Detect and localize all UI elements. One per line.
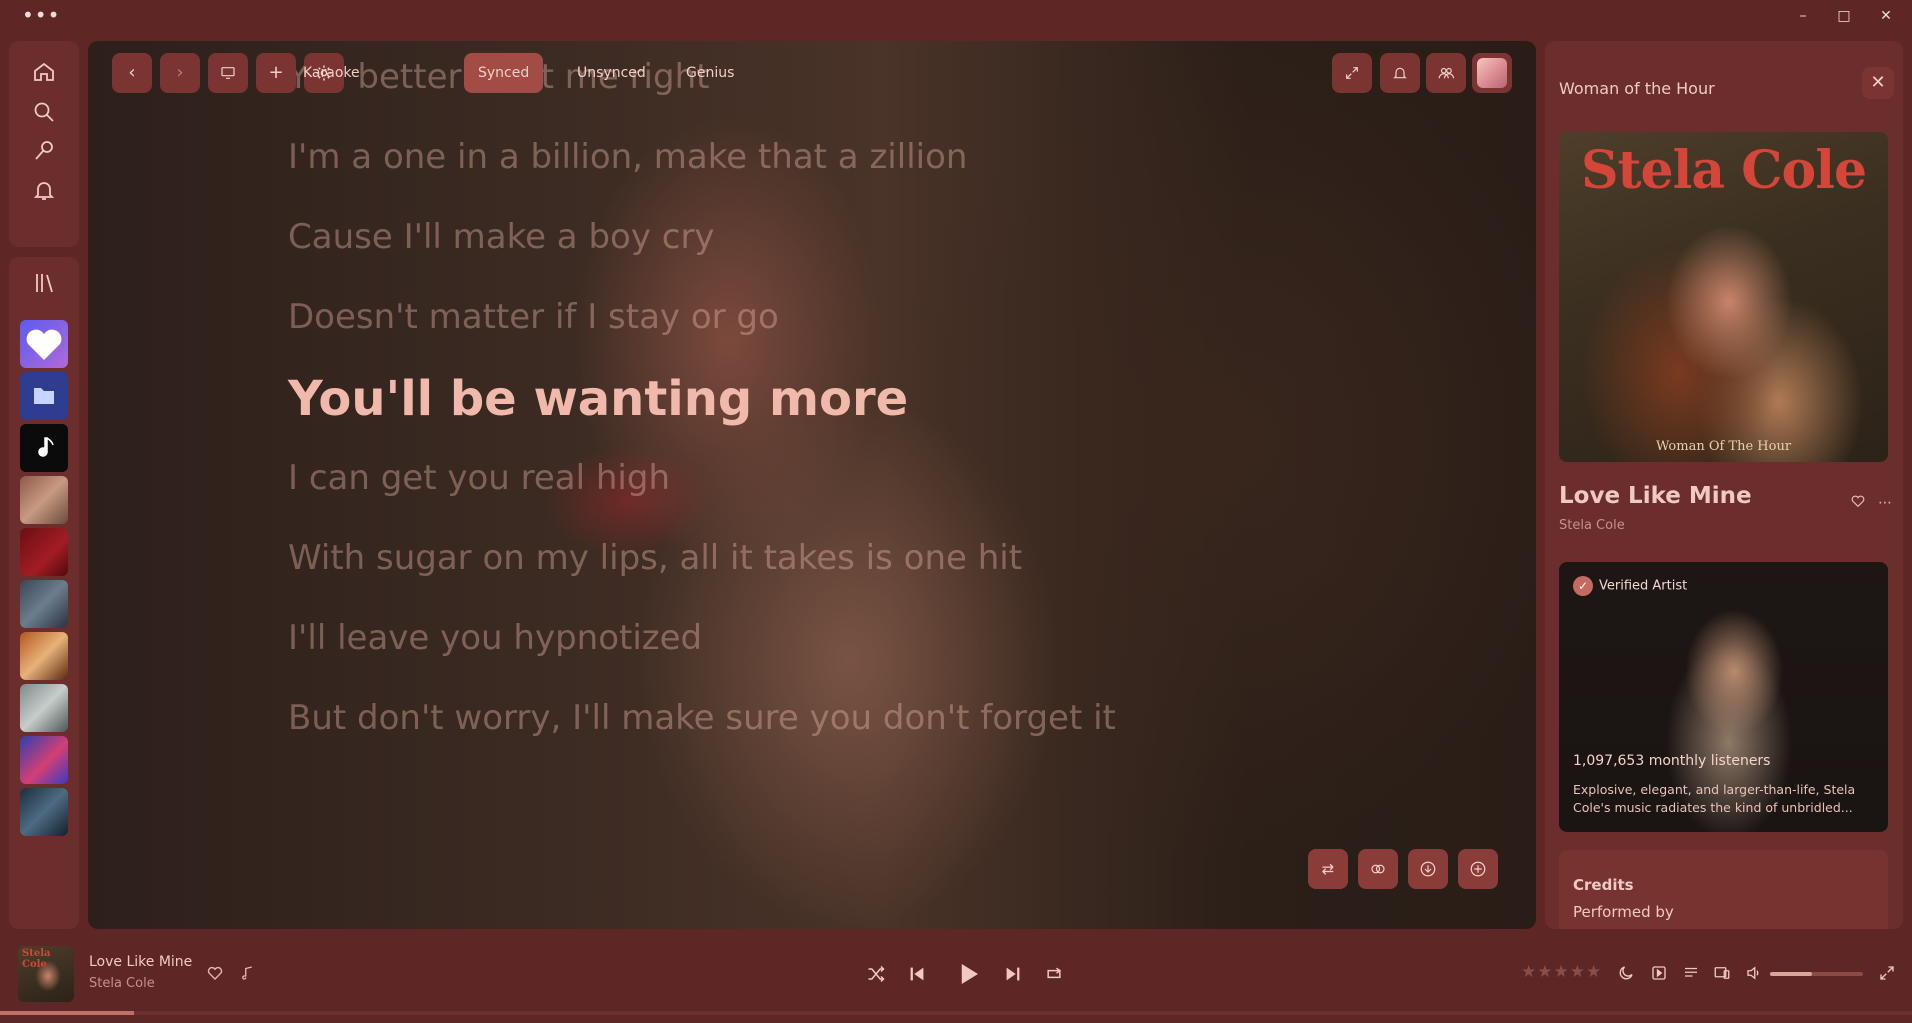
lyric-line[interactable]: I'm a one in a billion, make that a zill… xyxy=(288,137,967,177)
lyric-line-active[interactable]: You'll be wanting more xyxy=(288,371,908,427)
tab-synced[interactable]: Synced xyxy=(464,53,544,93)
music-playlist-tile[interactable] xyxy=(20,424,68,472)
music-note-icon xyxy=(38,437,54,457)
translate-button[interactable] xyxy=(1358,849,1398,889)
monthly-listeners: 1,097,653 monthly listeners xyxy=(1573,753,1771,769)
volume-slider[interactable] xyxy=(1770,972,1863,976)
progress-bar[interactable] xyxy=(0,1011,1912,1015)
folder-icon xyxy=(34,388,54,404)
download-icon xyxy=(1420,861,1436,877)
repeat-icon[interactable] xyxy=(1044,964,1064,984)
tab-karaoke[interactable]: Karaoke xyxy=(289,53,374,93)
rating-stars[interactable]: ★★★★★ xyxy=(1521,962,1602,982)
add-lyrics-button[interactable] xyxy=(1458,849,1498,889)
now-playing-cover-text: Stela Cole xyxy=(22,948,51,970)
lyric-line[interactable]: I can get you real high xyxy=(288,458,670,498)
credits-performed-by: Performed by xyxy=(1573,903,1674,921)
playlist-tile-7[interactable] xyxy=(20,788,68,836)
heart-icon xyxy=(26,329,62,360)
back-button[interactable]: ‹ xyxy=(112,53,152,93)
lyric-line[interactable]: But don't worry, I'll make sure you don'… xyxy=(288,698,1116,738)
notifications-button[interactable] xyxy=(1380,53,1420,93)
verified-badge-icon: ✓ xyxy=(1573,576,1593,596)
friends-button[interactable] xyxy=(1426,53,1466,93)
devices-icon[interactable] xyxy=(1713,964,1731,982)
credits-title: Credits xyxy=(1573,876,1634,894)
forward-button[interactable]: › xyxy=(160,53,200,93)
previous-track-icon[interactable] xyxy=(906,963,928,985)
progress-bar-fill xyxy=(0,1011,134,1015)
playlist-tile-5[interactable] xyxy=(20,684,68,732)
song-artist[interactable]: Stela Cole xyxy=(1559,518,1625,533)
credits-card: Credits Performed by xyxy=(1559,850,1888,929)
artist-card[interactable]: ✓ Verified Artist 1,097,653 monthly liste… xyxy=(1559,562,1888,832)
lyric-line[interactable]: I'll leave you hypnotized xyxy=(288,618,702,658)
playlist-tile-3[interactable] xyxy=(20,580,68,628)
playlist-tile-4[interactable] xyxy=(20,632,68,680)
heart-outline-icon[interactable] xyxy=(206,964,224,982)
next-track-icon[interactable] xyxy=(1002,963,1024,985)
playlist-tile-1[interactable] xyxy=(20,476,68,524)
lyrics-view-icon[interactable] xyxy=(1650,964,1668,982)
swap-button[interactable]: ⇄ xyxy=(1308,849,1348,889)
library-icon[interactable] xyxy=(32,271,56,295)
home-icon[interactable] xyxy=(32,60,56,84)
local-files-tile[interactable] xyxy=(20,372,68,420)
song-title[interactable]: Love Like Mine xyxy=(1559,483,1752,509)
liked-songs-tile[interactable] xyxy=(20,320,68,368)
volume-slider-fill xyxy=(1770,972,1812,976)
title-bar: ••• – □ ✕ xyxy=(0,0,1912,32)
microphone-icon[interactable] xyxy=(32,139,56,163)
queue-icon[interactable] xyxy=(1682,964,1700,982)
sidebar-nav xyxy=(9,41,79,247)
heart-outline-icon xyxy=(1851,495,1865,508)
sleep-timer-icon[interactable] xyxy=(1617,964,1635,982)
lyric-line[interactable]: With sugar on my lips, all it takes is o… xyxy=(288,538,1022,578)
panel-title: Woman of the Hour xyxy=(1559,79,1715,98)
verified-artist-label: ✓ Verified Artist xyxy=(1573,576,1687,596)
now-playing-cover[interactable]: Stela Cole xyxy=(18,946,74,1002)
play-icon[interactable] xyxy=(953,959,983,989)
bell-icon[interactable] xyxy=(32,178,56,202)
search-icon[interactable] xyxy=(32,100,56,124)
playlist-tile-2[interactable] xyxy=(20,528,68,576)
close-panel-button[interactable]: ✕ xyxy=(1862,67,1894,99)
verified-text: Verified Artist xyxy=(1599,578,1688,594)
sidebar-library xyxy=(9,257,79,929)
cover-album-text: Woman Of The Hour xyxy=(1655,439,1792,454)
overlap-circles-icon xyxy=(1371,864,1385,874)
download-button[interactable] xyxy=(1408,849,1448,889)
lyric-line[interactable]: Cause I'll make a boy cry xyxy=(288,217,715,257)
album-cover[interactable]: Stela Cole Woman Of The Hour xyxy=(1559,132,1888,462)
cover-artist-text: Stela Cole xyxy=(1580,140,1867,201)
plus-circle-icon xyxy=(1470,861,1486,877)
user-avatar[interactable] xyxy=(1472,53,1512,93)
bell-icon xyxy=(1393,67,1407,79)
playlist-tile-6[interactable] xyxy=(20,736,68,784)
tab-unsynced[interactable]: Unsynced xyxy=(563,53,660,93)
close-window-button[interactable]: ✕ xyxy=(1876,6,1896,26)
volume-icon[interactable] xyxy=(1745,964,1763,982)
display-mode-button[interactable] xyxy=(208,53,248,93)
monitor-icon xyxy=(221,67,235,79)
lyrics-stage: You better treat me rightI'm a one in a … xyxy=(88,41,1536,929)
tab-genius[interactable]: Genius xyxy=(672,53,748,93)
now-playing-artist[interactable]: Stela Cole xyxy=(89,976,155,991)
more-options-button[interactable]: ⋯ xyxy=(1875,493,1895,513)
artist-bio: Explosive, elegant, and larger-than-life… xyxy=(1573,782,1856,815)
shuffle-icon[interactable] xyxy=(866,964,886,984)
users-icon xyxy=(1438,67,1455,79)
app-menu-button[interactable]: ••• xyxy=(22,5,60,25)
player-bar: Stela Cole Love Like Mine Stela Cole ★★★… xyxy=(0,937,1912,1023)
lyric-line[interactable]: Doesn't matter if I stay or go xyxy=(288,297,779,337)
expand-icon[interactable] xyxy=(1878,964,1896,982)
fullscreen-button[interactable] xyxy=(1332,53,1372,93)
expand-icon xyxy=(1346,67,1358,79)
like-button[interactable] xyxy=(1848,493,1868,513)
now-playing-title[interactable]: Love Like Mine xyxy=(89,954,192,970)
music-note-icon[interactable] xyxy=(239,964,257,982)
maximize-button[interactable]: □ xyxy=(1834,6,1854,26)
now-playing-panel: Woman of the Hour ✕ Stela Cole Woman Of … xyxy=(1545,41,1903,929)
minimize-button[interactable]: – xyxy=(1793,6,1813,26)
